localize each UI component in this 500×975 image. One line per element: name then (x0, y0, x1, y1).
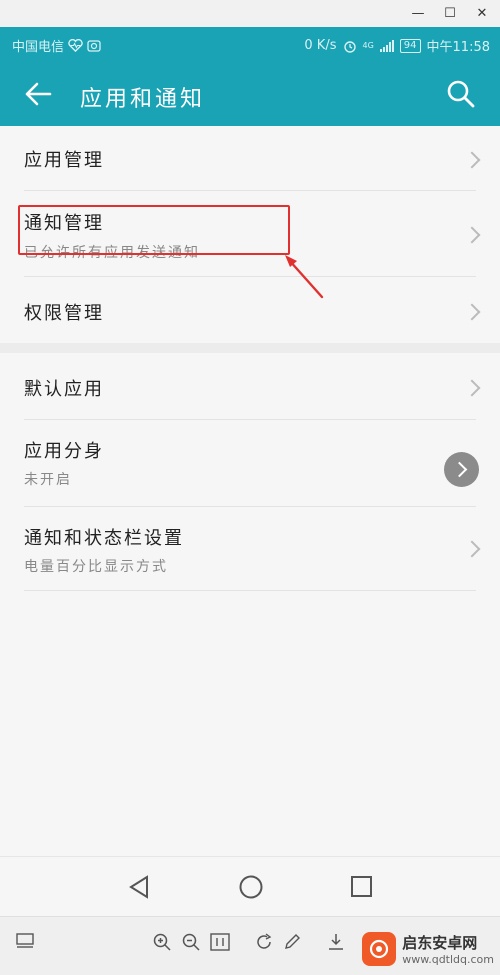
actual-size-icon[interactable] (210, 933, 230, 951)
edit-pencil-icon[interactable] (283, 933, 301, 951)
list-item-subtitle: 电量百分比显示方式 (24, 559, 168, 575)
watermark-url: www.qdtldq.com (402, 953, 494, 966)
floating-assist-button[interactable] (444, 452, 479, 487)
list-item-title: 通知和状态栏设置 (24, 528, 184, 549)
nav-home-icon[interactable] (238, 874, 264, 900)
divider (24, 590, 476, 591)
chevron-right-icon (463, 226, 481, 244)
list-item-title: 默认应用 (24, 379, 104, 400)
nav-recent-icon[interactable] (350, 875, 374, 899)
photo-icon (87, 39, 101, 52)
list-item-title: 应用分身 (24, 441, 104, 462)
list-item-default-apps[interactable]: 默认应用 (0, 353, 500, 420)
list-item-notification-statusbar-settings[interactable]: 通知和状态栏设置 电量百分比显示方式 (0, 507, 500, 591)
signal-icon (379, 39, 394, 52)
alarm-icon (343, 40, 356, 53)
zoom-in-icon[interactable] (153, 933, 171, 951)
heart-icon (68, 39, 83, 52)
back-arrow-icon[interactable] (24, 81, 52, 107)
chevron-right-icon (463, 151, 481, 169)
watermark: 启东安卓网 www.qdtldq.com (362, 932, 494, 966)
list-item-subtitle: 未开启 (24, 472, 72, 488)
rotate-icon[interactable] (255, 933, 273, 951)
network-speed: 0 K/s (304, 38, 337, 53)
network-type: 4G (362, 41, 374, 50)
nav-back-icon[interactable] (128, 875, 150, 899)
list-item-app-twin[interactable]: 应用分身 未开启 (0, 420, 500, 507)
app-bar: 应用和通知 (0, 63, 500, 126)
search-icon[interactable] (446, 79, 476, 109)
chevron-right-icon (463, 540, 481, 558)
list-item-app-management[interactable]: 应用管理 (0, 126, 500, 191)
chevron-right-icon (463, 303, 481, 321)
screen-icon[interactable] (16, 933, 34, 949)
download-icon[interactable] (327, 933, 345, 951)
list-item-permission-management[interactable]: 权限管理 (0, 277, 500, 343)
watermark-logo-icon (362, 932, 397, 966)
status-time: 中午11:58 (426, 40, 490, 55)
annotation-arrow-icon (285, 255, 324, 299)
status-bar: 中国电信 0 K/s 4G 94 中午11:58 (0, 27, 500, 63)
emulator-window-bar: — ☐ ✕ (0, 0, 500, 28)
annotation-highlight-box (18, 205, 290, 255)
list-item-title: 应用管理 (24, 150, 104, 171)
android-nav-bar (0, 856, 500, 917)
page-title: 应用和通知 (80, 87, 206, 112)
chevron-right-icon (463, 379, 481, 397)
battery-indicator: 94 (399, 38, 421, 53)
section-divider (0, 343, 500, 353)
window-minimize-button[interactable]: — (404, 0, 432, 26)
window-maximize-button[interactable]: ☐ (436, 0, 464, 26)
watermark-title: 启东安卓网 (402, 934, 478, 952)
list-item-title: 权限管理 (24, 303, 104, 324)
window-close-button[interactable]: ✕ (468, 0, 496, 26)
chevron-right-icon (451, 461, 468, 478)
zoom-out-icon[interactable] (182, 933, 200, 951)
carrier-label: 中国电信 (12, 40, 65, 55)
